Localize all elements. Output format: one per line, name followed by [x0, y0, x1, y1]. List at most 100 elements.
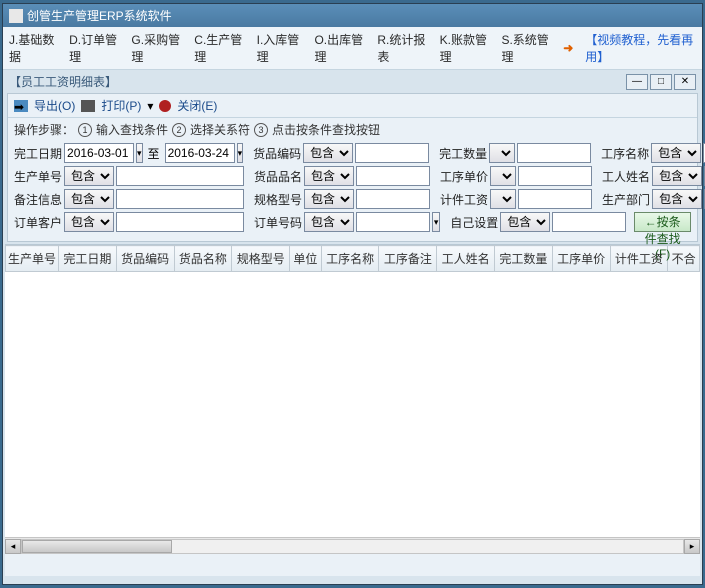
step1-icon: 1 [78, 123, 92, 137]
remark-label: 备注信息 [14, 191, 62, 208]
close-button[interactable]: ✕ [674, 74, 696, 90]
self-input[interactable] [552, 212, 626, 232]
col-unit[interactable]: 单位 [290, 246, 322, 272]
menu-basic[interactable]: J.基础数据 [9, 31, 57, 65]
date-from-input[interactable] [64, 143, 134, 163]
menu-production[interactable]: C.生产管理 [194, 31, 244, 65]
step2-text: 选择关系符 [190, 121, 250, 138]
date-label: 完工日期 [14, 145, 62, 162]
col-prodno[interactable]: 生产单号 [6, 246, 59, 272]
col-qty[interactable]: 完工数量 [494, 246, 552, 272]
col-reject[interactable]: 不合 [668, 246, 700, 272]
export-link[interactable]: 导出(O) [34, 97, 75, 114]
col-proc[interactable]: 工序名称 [321, 246, 379, 272]
dropdown-icon[interactable]: ▾ [147, 99, 153, 113]
date-to-picker[interactable]: ▾ [237, 143, 244, 163]
date-from-picker[interactable]: ▾ [136, 143, 143, 163]
menu-report[interactable]: R.统计报表 [377, 31, 427, 65]
scroll-left-arrow[interactable]: ◂ [5, 539, 21, 554]
orderno-input[interactable] [356, 212, 430, 232]
code-input[interactable] [355, 143, 429, 163]
step3-text: 点击按条件查找按钮 [272, 121, 380, 138]
close-link[interactable]: 关闭(E) [177, 97, 217, 114]
col-code[interactable]: 货品编码 [116, 246, 174, 272]
worker-label: 工人姓名 [602, 168, 650, 185]
title-text: 创管生产管理ERP系统软件 [27, 7, 172, 24]
step1-text: 输入查找条件 [96, 121, 168, 138]
menu-order[interactable]: D.订单管理 [69, 31, 119, 65]
table-body-empty [5, 272, 700, 537]
cust-input[interactable] [116, 212, 244, 232]
results-table: 生产单号 完工日期 货品编码 货品名称 规格型号 单位 工序名称 工序备注 工人… [5, 245, 700, 272]
prodno-input[interactable] [116, 166, 244, 186]
menu-purchase[interactable]: G.采购管理 [131, 31, 182, 65]
wage-input[interactable] [518, 189, 592, 209]
app-icon [9, 9, 23, 23]
steps-label: 操作步骤： [14, 121, 74, 138]
name-op-select[interactable]: 包含 [304, 166, 354, 186]
export-icon: ➡ [14, 100, 28, 112]
orderno-op-select[interactable]: 包含 [304, 212, 354, 232]
arrow-icon: ➜ [563, 41, 573, 55]
close-icon [159, 100, 171, 112]
maximize-button[interactable]: □ [650, 74, 672, 90]
spec-label: 规格型号 [254, 191, 302, 208]
toolbar: ➡ 导出(O) 打印(P) ▾ 关闭(E) [8, 94, 697, 118]
col-date[interactable]: 完工日期 [59, 246, 117, 272]
name-label: 货品品名 [254, 168, 302, 185]
code-op-select[interactable]: 包含 [303, 143, 353, 163]
menu-stockin[interactable]: I.入库管理 [257, 31, 303, 65]
scroll-right-arrow[interactable]: ▸ [684, 539, 700, 554]
wage-op-select[interactable] [490, 189, 516, 209]
scroll-thumb[interactable] [22, 540, 172, 553]
minimize-button[interactable]: — [626, 74, 648, 90]
cust-op-select[interactable]: 包含 [64, 212, 114, 232]
tutorial-link[interactable]: 【视频教程，先看再用】 [585, 31, 696, 65]
footer-gap [5, 554, 700, 576]
wage-label: 计件工资 [440, 191, 488, 208]
col-name[interactable]: 货品名称 [174, 246, 232, 272]
date-to-input[interactable] [165, 143, 235, 163]
price-op-select[interactable] [490, 166, 516, 186]
dept-op-select[interactable]: 包含 [652, 189, 702, 209]
menu-system[interactable]: S.系统管理 [501, 31, 551, 65]
col-wage[interactable]: 计件工资 [610, 246, 668, 272]
prodno-label: 生产单号 [14, 168, 62, 185]
prodno-op-select[interactable]: 包含 [64, 166, 114, 186]
menubar: J.基础数据 D.订单管理 G.采购管理 C.生产管理 I.入库管理 O.出库管… [3, 27, 702, 70]
col-spec[interactable]: 规格型号 [232, 246, 290, 272]
spec-op-select[interactable]: 包含 [304, 189, 354, 209]
col-remark[interactable]: 工序备注 [379, 246, 437, 272]
qty-op-select[interactable] [489, 143, 515, 163]
name-input[interactable] [356, 166, 430, 186]
self-op-select[interactable]: 包含 [500, 212, 550, 232]
worker-op-select[interactable]: 包含 [652, 166, 702, 186]
proc-label: 工序名称 [601, 145, 649, 162]
menu-stockout[interactable]: O.出库管理 [314, 31, 365, 65]
col-price[interactable]: 工序单价 [552, 246, 610, 272]
date-to-label: 至 [145, 145, 163, 162]
proc-op-select[interactable]: 包含 [651, 143, 701, 163]
spec-input[interactable] [356, 189, 430, 209]
print-link[interactable]: 打印(P) [101, 97, 141, 114]
subwindow-title: 【员工工资明细表】 — □ ✕ [5, 72, 700, 91]
qty-input[interactable] [517, 143, 591, 163]
self-label: 自己设置 [450, 214, 498, 231]
remark-op-select[interactable]: 包含 [64, 189, 114, 209]
menu-account[interactable]: K.账款管理 [440, 31, 490, 65]
step3-icon: 3 [254, 123, 268, 137]
search-button[interactable]: ←按条件查找(F) [634, 212, 691, 232]
qty-label: 完工数量 [439, 145, 487, 162]
print-icon [81, 100, 95, 112]
horizontal-scrollbar[interactable]: ◂ ▸ [5, 537, 700, 554]
col-worker[interactable]: 工人姓名 [437, 246, 495, 272]
orderno-dropdown[interactable]: ▾ [432, 212, 440, 232]
code-label: 货品编码 [253, 145, 301, 162]
price-input[interactable] [518, 166, 592, 186]
subwindow-title-text: 【员工工资明细表】 [9, 73, 117, 90]
titlebar: 创管生产管理ERP系统软件 [3, 4, 702, 27]
remark-input[interactable] [116, 189, 244, 209]
dept-label: 生产部门 [602, 191, 650, 208]
price-label: 工序单价 [440, 168, 488, 185]
step2-icon: 2 [172, 123, 186, 137]
